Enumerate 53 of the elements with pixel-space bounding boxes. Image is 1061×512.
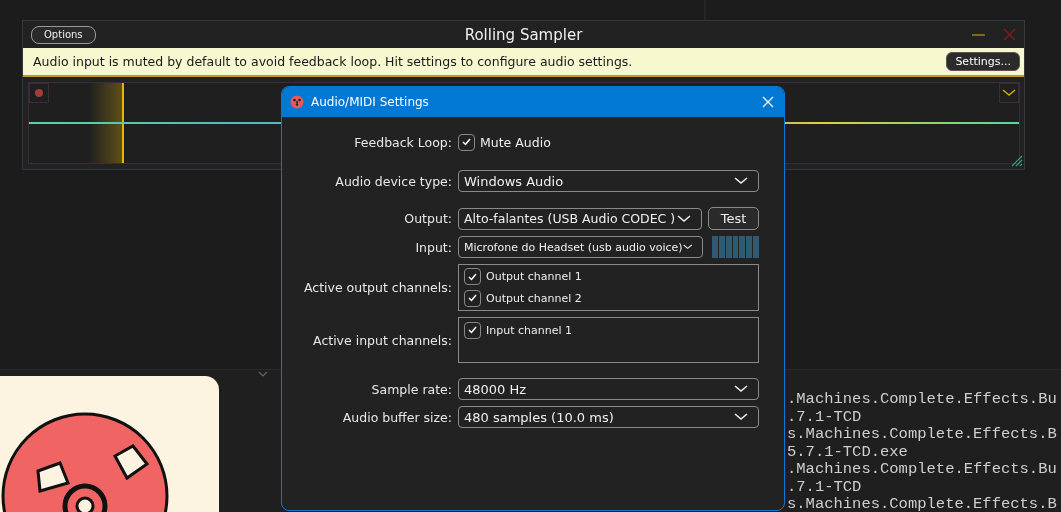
field-label: Input: (414, 239, 452, 255)
dropdown[interactable]: Windows Audio (458, 170, 759, 192)
chevron-down-icon (734, 177, 748, 185)
level-meter (712, 236, 759, 258)
chevron-down-icon (1002, 89, 1016, 97)
options-button[interactable]: Options (31, 25, 96, 44)
terminal-line: .7.1-TCD (787, 478, 863, 496)
channel-label: Output channel 1 (486, 270, 582, 284)
checkbox[interactable] (458, 133, 475, 151)
close-button[interactable] (760, 94, 776, 110)
chevron-down-icon (734, 413, 748, 421)
chevron-down-icon[interactable] (258, 371, 268, 377)
checkbox[interactable] (464, 289, 481, 307)
settings-button[interactable]: Settings... (946, 52, 1020, 71)
terminal-line: .7.1-TCD (787, 408, 863, 426)
record-button[interactable] (29, 83, 49, 103)
check-icon (468, 272, 477, 281)
field-label: Audio buffer size: (341, 409, 452, 425)
field-label: Feedback Loop: (353, 134, 452, 150)
terminal-line: s.Machines.Complete.Effects.B (787, 496, 1057, 512)
dropdown[interactable]: Microfone do Headset (usb audio voice) (458, 236, 703, 258)
field-label: Audio device type: (334, 173, 452, 189)
test-button[interactable]: Test (708, 207, 759, 230)
field-label: Output: (403, 211, 452, 226)
dropdown-button[interactable] (999, 83, 1019, 103)
terminal-line: s.Machines.Complete.Effects.B (787, 426, 1057, 444)
field-label: Active output channels: (302, 280, 452, 295)
check-icon (468, 294, 477, 303)
terminal-line: .Machines.Complete.Effects.Bu (787, 461, 1057, 479)
dropdown[interactable]: 48000 Hz (458, 378, 759, 400)
notice-text: Audio input is muted by default to avoid feedback loop. Hit settings to configure audio settings. (33, 54, 634, 69)
window-title: Rolling Sampler (464, 25, 583, 44)
dropdown[interactable]: 480 samples (10.0 ms) (458, 406, 759, 428)
record-icon (35, 89, 43, 97)
check-icon (468, 326, 477, 334)
minimize-icon[interactable] (972, 33, 985, 36)
chevron-down-icon (734, 385, 748, 393)
dialog-title: Audio/MIDI Settings (311, 95, 430, 109)
chevron-down-icon (682, 243, 692, 251)
channel-label: Output channel 2 (486, 291, 582, 305)
field-label: Sample rate: (370, 381, 452, 397)
chevron-down-icon (677, 214, 692, 223)
checkbox[interactable] (464, 268, 481, 286)
check-icon (462, 138, 471, 146)
resize-grip-icon[interactable] (1009, 153, 1023, 167)
reel-icon (290, 95, 304, 109)
terminal-line: 5.7.1-TCD.exe (787, 443, 909, 461)
terminal-line: .Machines.Complete.Effects.Bu (787, 391, 1057, 409)
field-label: Active input channels: (312, 332, 452, 348)
channel-label: Input channel 1 (486, 323, 572, 337)
checkbox-label: Mute Audio (480, 134, 551, 150)
checkbox[interactable] (464, 321, 481, 339)
dropdown[interactable]: Alto-falantes (USB Audio CODEC ) (458, 207, 703, 230)
